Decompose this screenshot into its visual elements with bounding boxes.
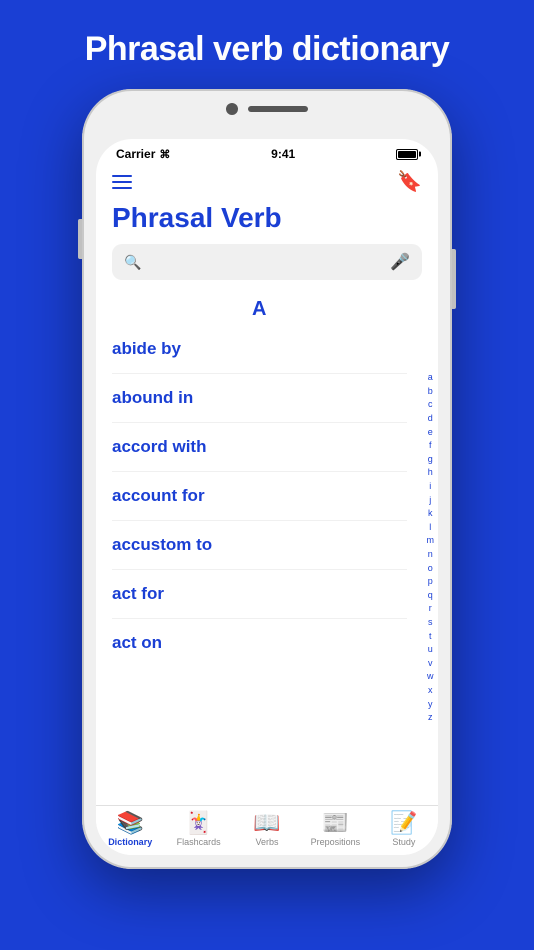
word-list-container: A abide by abound in accord with account fo…	[96, 290, 438, 805]
section-header-a: A	[112, 290, 407, 325]
tab-verbs[interactable]: 📖 Verbs	[233, 812, 301, 847]
study-tab-icon: 📝	[390, 812, 417, 834]
alpha-letter-t[interactable]: t	[429, 630, 432, 643]
tab-flashcards[interactable]: 🃏 Flashcards	[164, 812, 232, 847]
alpha-letter-d[interactable]: d	[428, 412, 433, 425]
list-item[interactable]: accustom to	[112, 521, 407, 570]
alpha-letter-z[interactable]: z	[428, 711, 433, 724]
alpha-letter-s[interactable]: s	[428, 616, 433, 629]
alpha-letter-g[interactable]: g	[428, 453, 433, 466]
tab-prepositions[interactable]: 📰 Prepositions	[301, 812, 369, 847]
study-tab-label: Study	[392, 837, 415, 847]
alpha-letter-j[interactable]: j	[429, 494, 431, 507]
tab-bar: 📚 Dictionary 🃏 Flashcards 📖 Verbs 📰 Preposition…	[96, 805, 438, 855]
app-header: 🔖	[96, 165, 438, 202]
battery-indicator	[396, 149, 418, 160]
dictionary-tab-icon: 📚	[117, 812, 144, 834]
word-text: accustom to	[112, 535, 212, 554]
alpha-letter-a[interactable]: a	[428, 371, 433, 384]
status-bar: Carrier ⌘ 9:41	[96, 139, 438, 165]
wifi-icon: ⌘	[159, 148, 170, 161]
app-title-text: Phrasal Verb	[112, 202, 282, 233]
alpha-letter-w[interactable]: w	[427, 670, 434, 683]
app-title-container: Phrasal Verb	[96, 202, 438, 244]
flashcards-tab-icon: 🃏	[185, 812, 212, 834]
alpha-letter-x[interactable]: x	[428, 684, 433, 697]
battery-fill	[398, 151, 416, 158]
alpha-letter-h[interactable]: h	[428, 466, 433, 479]
flashcards-tab-label: Flashcards	[177, 837, 221, 847]
prepositions-tab-icon: 📰	[322, 812, 349, 834]
microphone-icon[interactable]: 🎤	[390, 252, 410, 272]
tab-study[interactable]: 📝 Study	[370, 812, 438, 847]
alpha-letter-k[interactable]: k	[428, 507, 433, 520]
battery-icon	[396, 149, 418, 160]
hamburger-line-2	[112, 181, 132, 183]
alpha-letter-o[interactable]: o	[428, 562, 433, 575]
alpha-letter-c[interactable]: c	[428, 398, 433, 411]
carrier-label: Carrier ⌘	[116, 147, 170, 161]
earpiece-speaker	[248, 106, 308, 112]
hamburger-line-1	[112, 175, 132, 177]
word-text: abide by	[112, 339, 181, 358]
alpha-letter-i[interactable]: i	[429, 480, 431, 493]
word-list: A abide by abound in accord with account fo…	[96, 290, 423, 805]
menu-button[interactable]	[112, 175, 132, 189]
status-time: 9:41	[271, 147, 295, 161]
alpha-letter-f[interactable]: f	[429, 439, 432, 452]
front-camera	[226, 103, 238, 115]
alpha-letter-y[interactable]: y	[428, 698, 433, 711]
list-item[interactable]: accord with	[112, 423, 407, 472]
word-text: account for	[112, 486, 205, 505]
list-item[interactable]: account for	[112, 472, 407, 521]
list-item[interactable]: abide by	[112, 325, 407, 374]
alpha-letter-v[interactable]: v	[428, 657, 433, 670]
word-text: accord with	[112, 437, 206, 456]
list-item[interactable]: abound in	[112, 374, 407, 423]
word-text: abound in	[112, 388, 193, 407]
search-input[interactable]	[149, 254, 390, 271]
phone-top-bar	[157, 103, 377, 115]
alpha-letter-u[interactable]: u	[428, 643, 433, 656]
word-text: act on	[112, 633, 162, 652]
alpha-letter-q[interactable]: q	[428, 589, 433, 602]
page-title-area: Phrasal verb dictionary	[0, 0, 534, 89]
alpha-letter-n[interactable]: n	[428, 548, 433, 561]
word-text: act for	[112, 584, 164, 603]
verbs-tab-icon: 📖	[253, 812, 280, 834]
alpha-letter-m[interactable]: m	[427, 534, 435, 547]
verbs-tab-label: Verbs	[256, 837, 279, 847]
prepositions-tab-label: Prepositions	[311, 837, 361, 847]
alphabet-index[interactable]: abcdefghijklmnopqrstuvwxyz	[423, 290, 439, 805]
search-bar[interactable]: 🔍 🎤	[112, 244, 422, 280]
page-title: Phrasal verb dictionary	[20, 30, 514, 69]
alpha-letter-e[interactable]: e	[428, 426, 433, 439]
alpha-letter-p[interactable]: p	[428, 575, 433, 588]
phone-screen: Carrier ⌘ 9:41 🔖 Phrasal Verb	[96, 139, 438, 855]
dictionary-tab-label: Dictionary	[108, 837, 152, 847]
alpha-letter-l[interactable]: l	[429, 521, 431, 534]
list-item[interactable]: act on	[112, 619, 407, 667]
alpha-letter-r[interactable]: r	[429, 602, 432, 615]
alpha-letter-b[interactable]: b	[428, 385, 433, 398]
bookmark-icon[interactable]: 🔖	[397, 169, 422, 194]
search-icon: 🔍	[124, 254, 141, 271]
hamburger-line-3	[112, 187, 132, 189]
phone-wrapper: Carrier ⌘ 9:41 🔖 Phrasal Verb	[82, 89, 452, 869]
tab-dictionary[interactable]: 📚 Dictionary	[96, 812, 164, 847]
list-item[interactable]: act for	[112, 570, 407, 619]
